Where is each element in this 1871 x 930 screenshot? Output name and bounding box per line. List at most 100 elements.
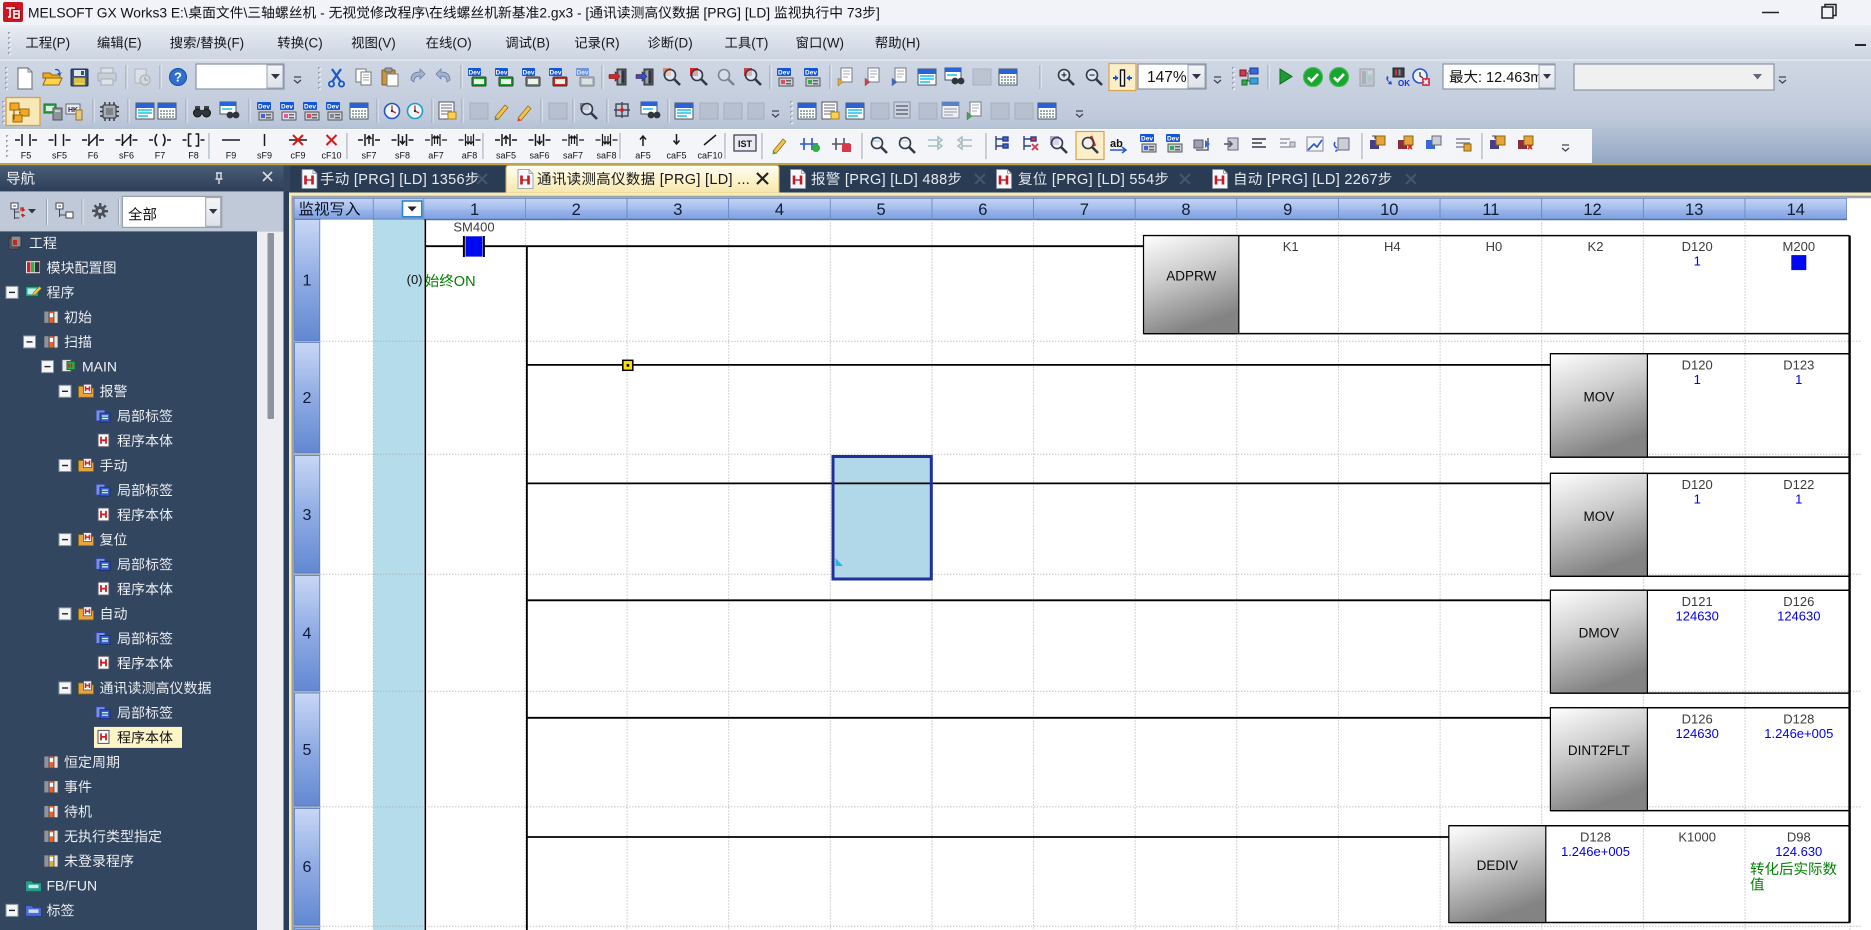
svg-text:14: 14 [1787, 201, 1805, 219]
svg-text:Dev: Dev [778, 70, 790, 77]
svg-text:F9: F9 [226, 151, 237, 161]
svg-text:sF6: sF6 [119, 151, 134, 161]
svg-text:aF7: aF7 [428, 151, 444, 161]
svg-text:(P): (P) [52, 36, 70, 51]
svg-text:DINT2FLT: DINT2FLT [1568, 743, 1630, 758]
svg-text:FB/FUN: FB/FUN [47, 878, 98, 894]
svg-text:Dev: Dev [327, 104, 339, 111]
svg-text:[PRG] [LD] 488: [PRG] [LD] 488 [841, 172, 948, 188]
svg-text:D128: D128 [1783, 711, 1814, 726]
svg-text:\: \ [425, 6, 429, 21]
svg-text:(H): (H) [902, 36, 921, 51]
svg-text:MOV: MOV [1584, 390, 1615, 405]
svg-text:Dev: Dev [469, 70, 481, 77]
svg-text:124630: 124630 [1777, 608, 1820, 623]
svg-text:(E): (E) [124, 36, 142, 51]
svg-text:cF10: cF10 [321, 151, 341, 161]
svg-text:(T): (T) [751, 36, 768, 51]
svg-text:Dev: Dev [805, 70, 817, 77]
svg-text:ADPRW: ADPRW [1166, 269, 1216, 284]
svg-text:1: 1 [1795, 372, 1802, 387]
svg-text:[PRG] [LD] 554: [PRG] [LD] 554 [1048, 172, 1155, 188]
svg-text:2: 2 [572, 201, 581, 219]
svg-text:aF8: aF8 [462, 151, 478, 161]
svg-text:2.gx3 - [: 2.gx3 - [ [539, 6, 589, 21]
svg-text:ON: ON [454, 274, 476, 290]
svg-text:D128: D128 [1580, 829, 1611, 844]
svg-text:-: - [316, 6, 328, 21]
svg-text:12: 12 [1583, 201, 1601, 219]
svg-text:10: 10 [1380, 201, 1398, 219]
svg-text:D120: D120 [1682, 357, 1713, 372]
svg-text:F6: F6 [88, 151, 99, 161]
svg-text:1: 1 [1694, 372, 1701, 387]
svg-text:/: / [197, 36, 201, 51]
svg-text:caF5: caF5 [666, 151, 686, 161]
svg-text:1.246e+005: 1.246e+005 [1764, 726, 1833, 741]
svg-text:]: ] [876, 6, 880, 21]
svg-text:D123: D123 [1783, 357, 1814, 372]
svg-text:147%: 147% [1147, 69, 1187, 86]
svg-text:124630: 124630 [1676, 726, 1719, 741]
svg-text:K1: K1 [1283, 239, 1299, 254]
svg-text:SM400: SM400 [453, 220, 494, 235]
svg-text:8: 8 [1181, 201, 1190, 219]
svg-text:MAIN: MAIN [82, 359, 117, 375]
svg-text:Dev: Dev [258, 104, 270, 111]
svg-text:(F): (F) [227, 36, 244, 51]
svg-text:sF9: sF9 [257, 151, 272, 161]
svg-text:73: 73 [843, 6, 863, 21]
svg-text:H0: H0 [1486, 239, 1503, 254]
svg-text:6: 6 [303, 859, 312, 876]
svg-text:F7: F7 [155, 151, 166, 161]
svg-text:D120: D120 [1682, 239, 1713, 254]
svg-text:Dev: Dev [304, 104, 316, 111]
svg-text:caF10: caF10 [697, 151, 722, 161]
svg-text:DEDIV: DEDIV [1477, 858, 1518, 873]
svg-text:D120: D120 [1682, 477, 1713, 492]
svg-text:[PRG] [LD] ...: [PRG] [LD] ... [655, 172, 750, 188]
svg-text:−: − [1089, 71, 1095, 82]
svg-text:saF7: saF7 [563, 151, 583, 161]
svg-text:IST: IST [738, 139, 753, 149]
svg-text:D122: D122 [1783, 477, 1814, 492]
svg-text:MELSOFT GX Works3 E:\: MELSOFT GX Works3 E:\ [28, 6, 188, 21]
svg-text:+: + [1061, 71, 1067, 82]
svg-text:\: \ [244, 6, 248, 21]
svg-text:(0): (0) [407, 272, 423, 287]
svg-text:K2: K2 [1588, 239, 1604, 254]
svg-text:[PRG] [LD] 1356: [PRG] [LD] 1356 [350, 172, 465, 188]
svg-text:1: 1 [303, 273, 312, 290]
svg-text:Dev: Dev [1141, 136, 1153, 143]
svg-text:ab: ab [1110, 138, 1123, 150]
svg-text:: 12.463m: : 12.463m [1478, 70, 1543, 86]
svg-text:MOV: MOV [1584, 509, 1615, 524]
svg-text:DMOV: DMOV [1579, 626, 1620, 641]
svg-text:H4: H4 [1384, 239, 1401, 254]
svg-text:1: 1 [1795, 491, 1802, 506]
svg-text:4: 4 [775, 201, 784, 219]
svg-text:F8: F8 [188, 151, 199, 161]
svg-text:124.630: 124.630 [1775, 844, 1822, 859]
svg-text:(B): (B) [532, 36, 550, 51]
svg-text:(W): (W) [822, 36, 844, 51]
svg-text:D126: D126 [1783, 594, 1814, 609]
svg-text:F5: F5 [21, 151, 32, 161]
svg-text:saF5: saF5 [496, 151, 516, 161]
svg-text:aF5: aF5 [635, 151, 651, 161]
svg-text:5: 5 [877, 201, 886, 219]
svg-text:4: 4 [303, 626, 312, 643]
svg-text:?: ? [174, 70, 182, 85]
svg-text:Dev: Dev [577, 70, 589, 77]
svg-text:Dev: Dev [523, 70, 535, 77]
svg-text:Dev: Dev [496, 70, 508, 77]
svg-text:1: 1 [1694, 254, 1701, 269]
svg-text:K1000: K1000 [1678, 829, 1716, 844]
svg-text:[PRG] [LD]: [PRG] [LD] [700, 6, 774, 21]
svg-text:6: 6 [978, 201, 987, 219]
svg-text:[PRG] [LD] 2267: [PRG] [LD] 2267 [1263, 172, 1378, 188]
svg-text:sF8: sF8 [395, 151, 410, 161]
svg-text:(D): (D) [674, 36, 693, 51]
svg-text:(C): (C) [304, 36, 323, 51]
svg-text:(O): (O) [452, 36, 471, 51]
